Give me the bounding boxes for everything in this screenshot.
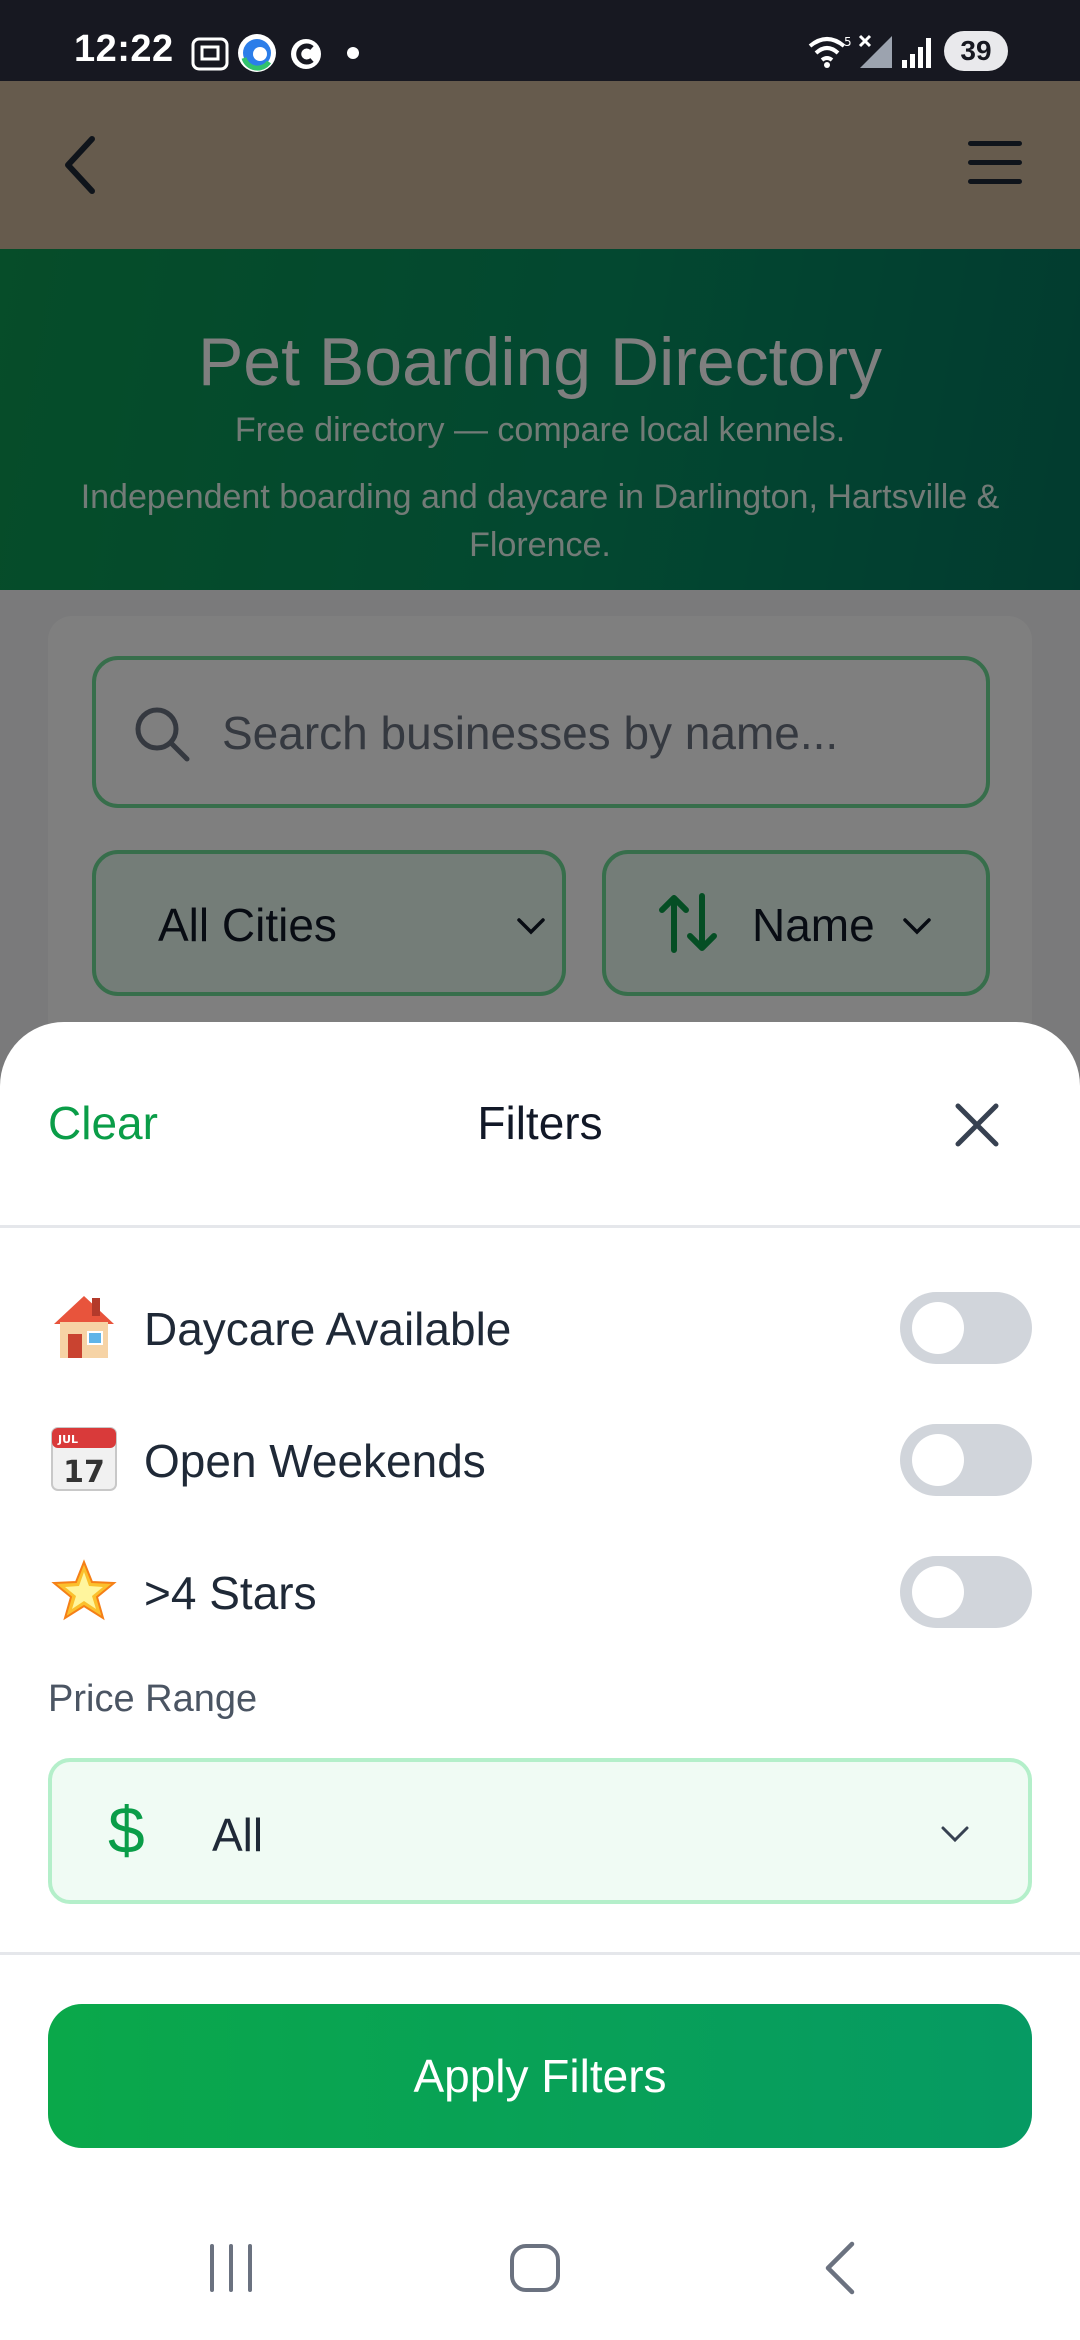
calendar-emoji-icon: JUL 17 [51,1427,117,1491]
svg-text:5: 5 [844,35,852,49]
edge-browser-icon [238,34,276,72]
four-stars-row: >4 Stars [48,1548,1032,1638]
battery-indicator: 39 [944,31,1008,71]
chevron-down-icon [941,1826,969,1843]
status-time: 12:22 [74,28,174,70]
calendar-day-text: 17 [63,1455,105,1490]
apply-filters-button[interactable]: Apply Filters [48,2004,1032,2148]
toggle-knob [912,1434,964,1486]
glowing-star-emoji-icon [51,1559,117,1621]
screenshot-icon [191,37,229,71]
toggle-knob [912,1566,964,1618]
filters-sheet: Clear Filters Daycare Available JUL 17 O… [0,1022,1080,2340]
home-icon[interactable] [508,2240,562,2296]
daycare-available-toggle[interactable] [900,1292,1032,1364]
sheet-title: Filters [477,1097,603,1149]
open-weekends-toggle[interactable] [900,1424,1032,1496]
sheet-header: Clear Filters [0,1022,1080,1228]
price-range-select[interactable]: $ All [48,1758,1032,1904]
no-signal-icon [858,34,892,68]
back-nav-icon[interactable] [820,2240,860,2296]
daycare-available-row: Daycare Available [48,1284,1032,1374]
open-weekends-label: Open Weekends [144,1435,486,1487]
toggle-knob [912,1302,964,1354]
calendar-month-text: JUL [57,1433,78,1446]
notification-dot-icon [347,47,359,59]
four-stars-toggle[interactable] [900,1556,1032,1628]
daycare-available-label: Daycare Available [144,1303,512,1355]
open-weekends-row: JUL 17 Open Weekends [48,1416,1032,1506]
system-nav-bar [0,2200,1080,2340]
c-app-icon [291,39,321,69]
wifi-icon: 5 [808,35,852,68]
price-range-value: All [212,1809,264,1861]
price-range-label: Price Range [48,1678,258,1720]
four-stars-label: >4 Stars [144,1567,317,1619]
dollar-icon: $ [108,1793,145,1867]
recent-apps-icon[interactable] [206,2240,256,2296]
close-icon[interactable] [952,1100,1002,1150]
signal-icon [902,38,931,68]
house-emoji-icon [54,1296,114,1358]
status-bar: 12:22 5 39 [0,0,1080,81]
divider [0,1952,1080,1955]
